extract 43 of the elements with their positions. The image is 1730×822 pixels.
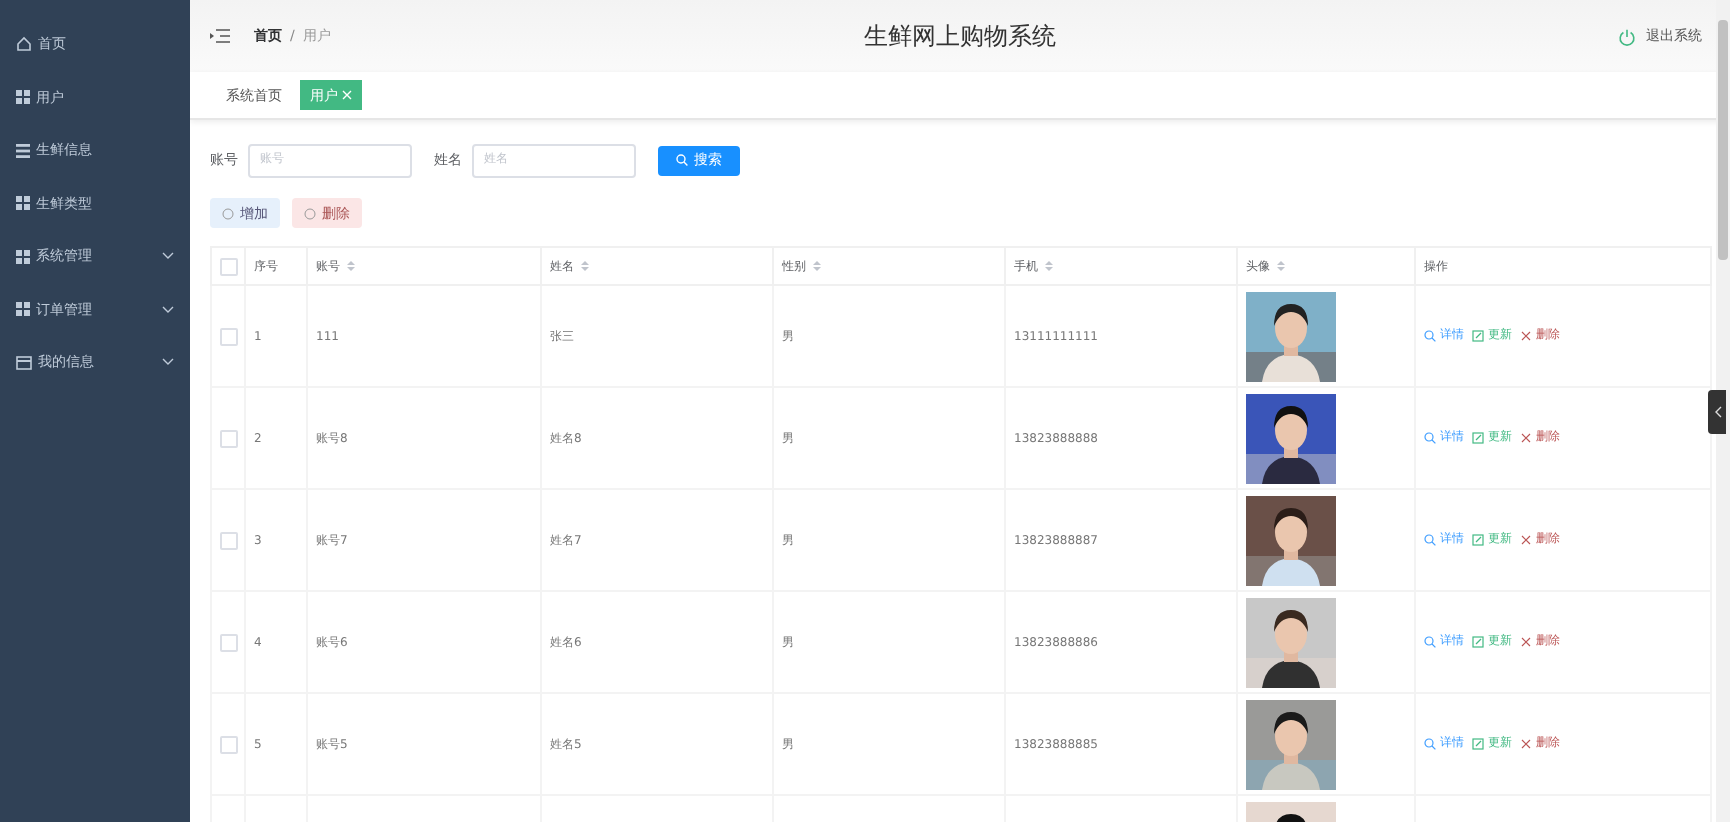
search-icon — [1424, 533, 1436, 546]
edit-icon — [1472, 533, 1484, 546]
row-checkbox[interactable] — [220, 429, 238, 447]
chevron-down-icon — [162, 305, 174, 314]
row-checkbox[interactable] — [220, 633, 238, 651]
close-icon — [1520, 329, 1532, 342]
power-icon — [1618, 27, 1636, 45]
close-icon — [1520, 635, 1532, 648]
menu-icon[interactable] — [210, 28, 230, 44]
system-title: 生鲜网上购物系统 — [864, 19, 1056, 53]
search-icon — [1424, 635, 1436, 648]
search-icon — [1424, 431, 1436, 444]
edit-icon — [1472, 431, 1484, 444]
edit-icon — [1472, 329, 1484, 342]
row-checkbox[interactable] — [220, 327, 238, 345]
list-icon — [16, 143, 30, 158]
edit-icon — [1472, 737, 1484, 750]
sort-icon[interactable] — [580, 259, 590, 272]
search-icon — [1424, 737, 1436, 750]
close-icon — [1520, 737, 1532, 750]
search-icon — [1424, 329, 1436, 342]
close-icon[interactable] — [342, 90, 352, 100]
chevron-down-icon — [162, 358, 174, 367]
edit-icon — [1472, 635, 1484, 648]
sort-icon[interactable] — [1276, 259, 1286, 272]
card-icon — [16, 355, 32, 370]
home-icon — [16, 36, 32, 53]
select-all-checkbox[interactable] — [220, 257, 238, 275]
close-icon — [1520, 533, 1532, 546]
chevron-down-icon — [162, 252, 174, 261]
grid-icon — [16, 196, 30, 211]
sort-icon[interactable] — [1044, 259, 1054, 272]
grid-icon — [16, 249, 30, 264]
row-checkbox[interactable] — [220, 735, 238, 753]
grid-icon — [16, 90, 30, 105]
sort-icon[interactable] — [812, 259, 822, 272]
close-icon — [1520, 431, 1532, 444]
panel-toggle[interactable] — [1708, 390, 1726, 434]
sort-icon[interactable] — [346, 259, 356, 272]
search-icon — [676, 154, 688, 166]
chevron-left-icon — [1713, 406, 1721, 418]
row-checkbox[interactable] — [220, 531, 238, 549]
grid-icon — [16, 302, 30, 317]
